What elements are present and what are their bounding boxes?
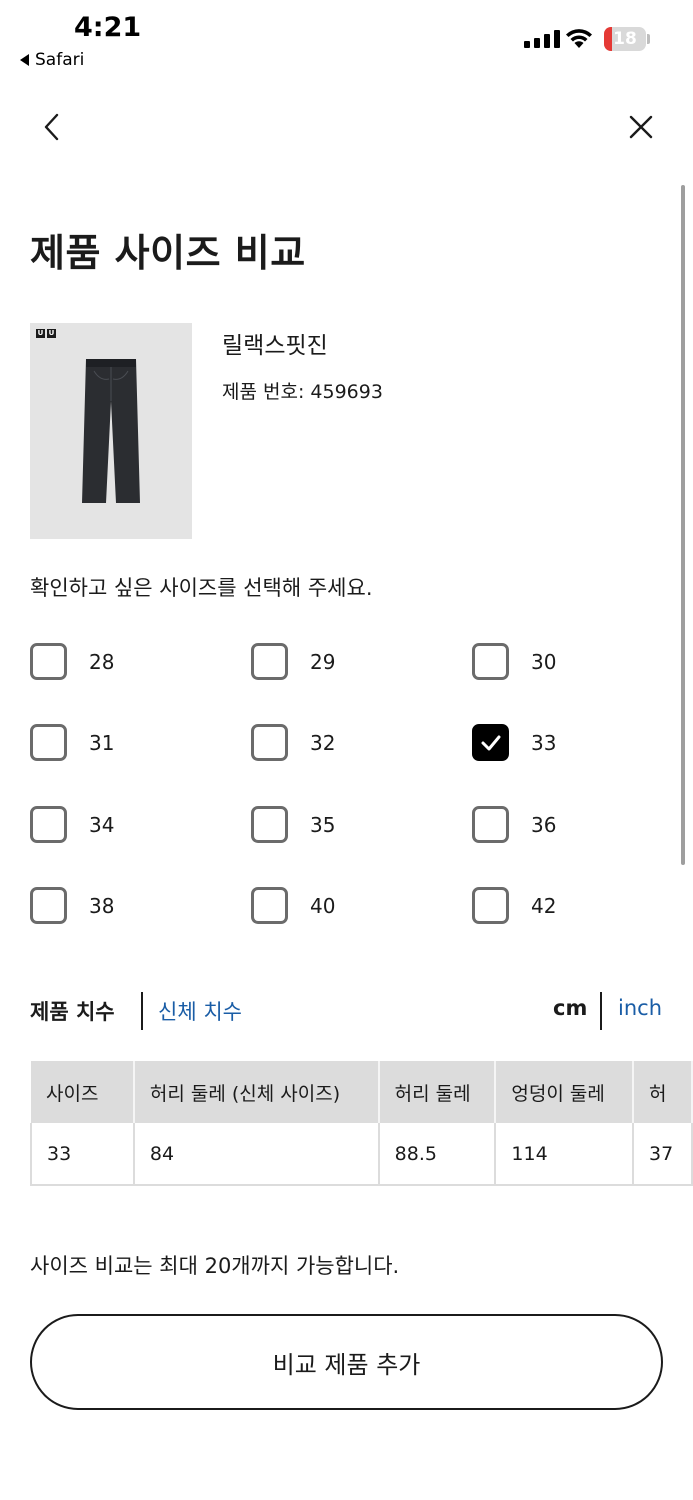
page-title: 제품 사이즈 비교 bbox=[30, 231, 306, 275]
size-table[interactable]: 사이즈 허리 둘레 (신체 사이즈) 허리 둘레 엉덩이 둘레 허 33 84 … bbox=[30, 1061, 693, 1186]
size-label: 35 bbox=[310, 812, 336, 837]
unit-inch-toggle[interactable]: inch bbox=[618, 996, 662, 1020]
battery-level: 18 bbox=[613, 29, 637, 49]
table-header: 엉덩이 둘레 bbox=[495, 1061, 634, 1123]
size-label: 32 bbox=[310, 730, 336, 755]
size-checkbox[interactable] bbox=[30, 806, 67, 843]
battery-icon: 18 bbox=[604, 27, 646, 51]
size-checkbox[interactable] bbox=[472, 724, 509, 761]
cellular-signal-icon bbox=[524, 30, 560, 48]
size-option[interactable]: 35 bbox=[251, 806, 335, 843]
tab-body-measurements[interactable]: 신체 치수 bbox=[158, 996, 242, 1026]
size-option[interactable]: 34 bbox=[30, 806, 114, 843]
table-row: 33 84 88.5 114 37 bbox=[30, 1123, 693, 1186]
size-option[interactable]: 38 bbox=[30, 887, 114, 924]
table-cell: 88.5 bbox=[378, 1123, 497, 1186]
wifi-icon bbox=[566, 29, 592, 48]
size-option[interactable]: 40 bbox=[251, 887, 335, 924]
size-label: 34 bbox=[89, 812, 115, 837]
product-name: 릴랙스핏진 bbox=[222, 333, 328, 359]
size-option[interactable]: 36 bbox=[472, 806, 556, 843]
size-checkbox[interactable] bbox=[472, 887, 509, 924]
table-header: 허 bbox=[632, 1061, 693, 1123]
table-header-row: 사이즈 허리 둘레 (신체 사이즈) 허리 둘레 엉덩이 둘레 허 bbox=[31, 1061, 693, 1123]
battery-tip bbox=[647, 34, 650, 44]
size-checkbox[interactable] bbox=[472, 806, 509, 843]
status-bar: 4:21 Safari 18 bbox=[0, 0, 693, 80]
compare-limit-note: 사이즈 비교는 최대 20개까지 가능합니다. bbox=[30, 1254, 400, 1278]
size-label: 30 bbox=[531, 649, 557, 674]
jeans-image bbox=[82, 359, 140, 503]
size-checkbox[interactable] bbox=[30, 643, 67, 680]
size-label: 40 bbox=[310, 893, 336, 918]
size-checkbox[interactable] bbox=[251, 643, 288, 680]
table-header: 사이즈 bbox=[31, 1061, 135, 1123]
table-cell: 114 bbox=[495, 1123, 634, 1186]
size-checkbox[interactable] bbox=[251, 806, 288, 843]
size-option[interactable]: 30 bbox=[472, 643, 556, 680]
size-option[interactable]: 29 bbox=[251, 643, 335, 680]
size-checkbox[interactable] bbox=[30, 724, 67, 761]
size-checkbox[interactable] bbox=[30, 887, 67, 924]
table-cell: 84 bbox=[133, 1123, 380, 1186]
tab-divider bbox=[141, 992, 143, 1030]
table-header: 허리 둘레 bbox=[378, 1061, 497, 1123]
product-image: U U bbox=[30, 323, 192, 539]
scrollbar[interactable] bbox=[681, 185, 685, 865]
size-label: 38 bbox=[89, 893, 115, 918]
table-header: 허리 둘레 (신체 사이즈) bbox=[133, 1061, 380, 1123]
close-button[interactable] bbox=[620, 106, 662, 148]
unit-cm-toggle[interactable]: cm bbox=[553, 996, 587, 1020]
add-compare-product-button[interactable]: 비교 제품 추가 bbox=[30, 1314, 663, 1410]
size-checkbox[interactable] bbox=[251, 887, 288, 924]
size-checkbox[interactable] bbox=[251, 724, 288, 761]
size-label: 33 bbox=[531, 730, 557, 755]
unit-divider bbox=[600, 992, 602, 1030]
size-label: 31 bbox=[89, 730, 115, 755]
size-option[interactable]: 32 bbox=[251, 724, 335, 761]
status-time: 4:21 bbox=[74, 12, 142, 43]
chevron-left-icon bbox=[44, 113, 59, 141]
size-option[interactable]: 42 bbox=[472, 887, 556, 924]
tab-product-measurements[interactable]: 제품 치수 bbox=[30, 996, 115, 1026]
back-to-safari-link[interactable]: Safari bbox=[20, 50, 84, 70]
size-label: 29 bbox=[310, 649, 336, 674]
back-triangle-icon bbox=[20, 54, 29, 66]
size-checkbox[interactable] bbox=[472, 643, 509, 680]
product-number: 제품 번호: 459693 bbox=[222, 381, 383, 403]
size-option[interactable]: 33 bbox=[472, 724, 556, 761]
size-label: 28 bbox=[89, 649, 115, 674]
close-icon bbox=[629, 115, 653, 139]
size-label: 42 bbox=[531, 893, 557, 918]
back-app-label: Safari bbox=[35, 50, 85, 70]
size-label: 36 bbox=[531, 812, 557, 837]
checkmark-icon bbox=[481, 735, 500, 750]
size-option[interactable]: 31 bbox=[30, 724, 114, 761]
size-option[interactable]: 28 bbox=[30, 643, 114, 680]
size-instruction: 확인하고 싶은 사이즈를 선택해 주세요. bbox=[30, 576, 373, 600]
table-cell: 37 bbox=[632, 1123, 693, 1186]
table-cell: 33 bbox=[30, 1123, 135, 1186]
back-button[interactable] bbox=[36, 106, 72, 148]
